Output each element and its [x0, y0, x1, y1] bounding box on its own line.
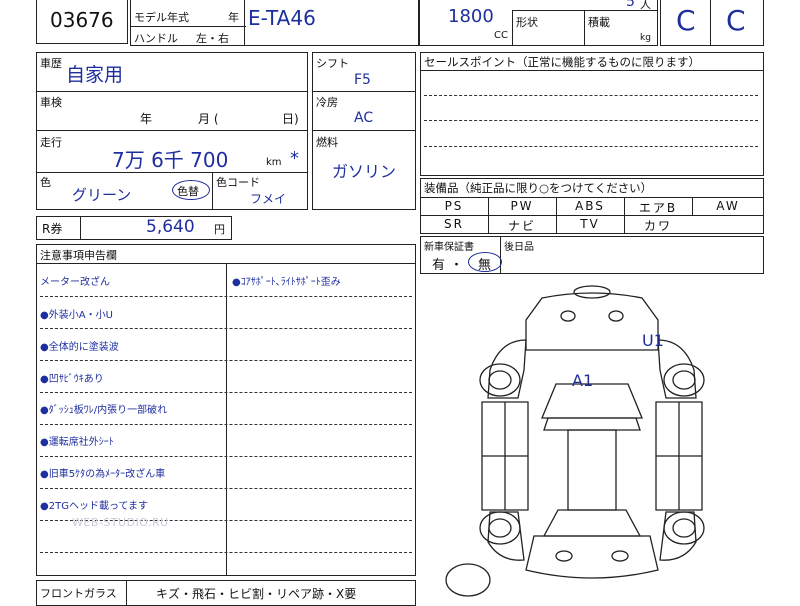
equip-navi: ナビ — [507, 219, 536, 233]
car-rear-outline — [525, 535, 659, 579]
windshield-label: フロントガラス — [40, 587, 117, 600]
sales-points-title: セールスポイント（正常に機能するものに限ります） — [424, 55, 700, 69]
fuel-value: ガソリン — [332, 162, 397, 181]
equip-tv: TV — [580, 217, 600, 231]
color-label: 色 — [40, 176, 51, 189]
windshield-value: キズ・飛石・ヒビ割・リペア跡・X要 — [156, 587, 357, 601]
recycle-unit: 円 — [214, 223, 225, 236]
declaration-item: ●2TGヘッド載ってます — [40, 501, 148, 512]
mileage-value: 7万 6千 700 — [112, 148, 229, 172]
history-label: 車歴 — [40, 57, 62, 70]
recycle-label: R券 — [42, 222, 63, 236]
ac-value: AC — [354, 110, 374, 126]
declaration-item: ●ﾀﾞｯｼｭ板ﾜﾚ/内張り一部破れ — [40, 405, 168, 416]
declaration-item: メーター改ざん — [40, 277, 110, 288]
grade-1: C — [676, 4, 696, 37]
equipment-title: 装備品（純正品に限り○をつけてください） — [424, 181, 653, 195]
declaration-item: ●外装小A・小U — [40, 310, 113, 321]
equip-aw: AW — [716, 199, 740, 213]
grade-2: C — [726, 4, 746, 37]
warranty-dot: ・ — [450, 258, 464, 273]
inspection-label: 車検 — [40, 96, 62, 109]
color-change-label: 色替 — [177, 185, 199, 198]
inspection-day-unit: 日) — [282, 112, 299, 126]
car-damage-diagram: U1 A1 — [445, 285, 705, 597]
color-code-value: フメイ — [250, 192, 287, 206]
history-value: 自家用 — [66, 64, 124, 86]
declarations-title: 注意事項申告欄 — [40, 249, 117, 262]
displacement: 1800 — [448, 6, 494, 27]
shift-value: F5 — [354, 72, 371, 88]
mileage-unit: km — [266, 157, 282, 168]
inspection-year-unit: 年 — [140, 112, 153, 126]
model-year-unit: 年 — [228, 11, 239, 24]
declaration-item: ●旧車5ｹﾀの為ﾒｰﾀｰ改ざん車 — [40, 469, 166, 480]
mileage-mark: * — [290, 148, 299, 169]
equip-airbag: エアB — [638, 201, 678, 215]
load-unit: kg — [640, 33, 651, 43]
capacity: 5 — [626, 0, 635, 10]
model-year-label: モデル年式 — [134, 11, 189, 24]
handle-label: ハンドル — [134, 32, 178, 45]
shape-label: 形状 — [516, 16, 538, 29]
fuel-label: 燃料 — [316, 136, 338, 149]
declaration-item: ●全体的に塗装波 — [40, 342, 119, 353]
handle-options: 左・右 — [196, 32, 229, 45]
ac-label: 冷房 — [316, 96, 338, 109]
color-code-label: 色コード — [216, 176, 260, 189]
equip-ps: PS — [444, 199, 464, 213]
inspection-month-unit: 月 ( — [198, 112, 219, 126]
watermark: WEB-STUDIO.RU — [72, 516, 169, 529]
warranty-yes: 有 — [432, 258, 446, 273]
equip-abs: ABS — [575, 199, 605, 213]
declaration-item: ●運転席社外ｼｰﾄ — [40, 437, 114, 448]
car-roof — [567, 429, 617, 511]
declaration-item: ●凹ｻﾋﾞｳｷあり — [40, 374, 104, 385]
lot-number: 03676 — [50, 8, 114, 32]
equip-sr: SR — [444, 217, 464, 231]
mark-u1: U1 — [642, 331, 664, 350]
declaration-item-right: ●ｺｱｻﾎﾟｰﾄ､ﾗｲﾄｻﾎﾟｰﾄ歪み — [232, 277, 341, 288]
mileage-label: 走行 — [40, 136, 62, 149]
mark-a1: A1 — [572, 371, 593, 390]
shift-label: シフト — [316, 57, 349, 70]
warranty-no: 無 — [478, 258, 492, 273]
displacement-unit: CC — [494, 30, 508, 41]
recycle-value: 5,640 — [146, 217, 195, 237]
color-value: グリーン — [72, 186, 132, 204]
recycle-box — [36, 216, 232, 240]
capacity-unit: 人 — [640, 0, 651, 11]
aftermarket-label: 後日品 — [504, 242, 534, 253]
warranty-label: 新車保証書 — [424, 242, 474, 253]
equip-pw: PW — [510, 199, 534, 213]
equip-leather: カワ — [643, 219, 672, 233]
load-label: 積載 — [588, 16, 610, 29]
car-front-outline — [525, 292, 659, 351]
model-code: E-TA46 — [248, 6, 316, 30]
